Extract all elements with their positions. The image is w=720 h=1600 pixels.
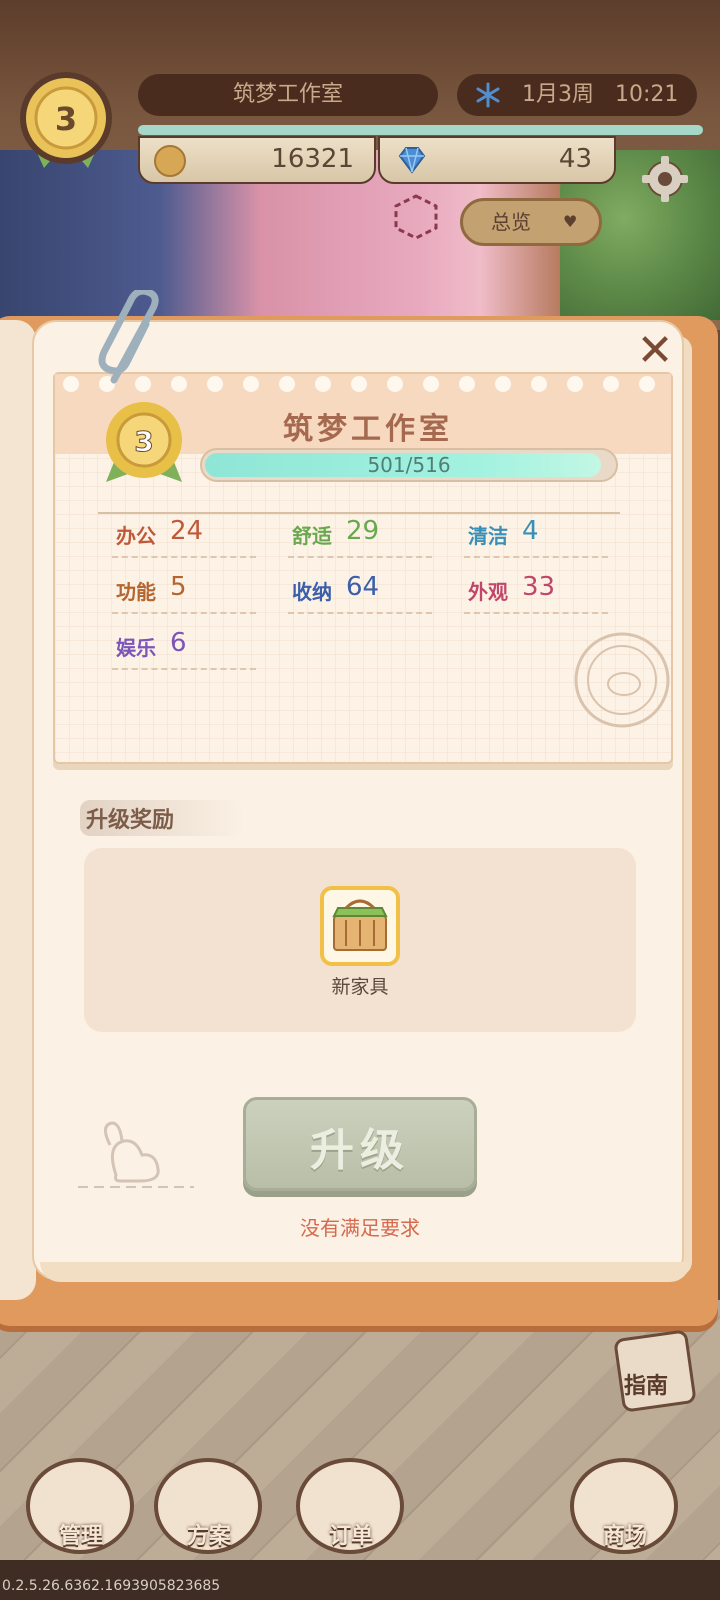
heart-icon: ♥ (563, 212, 578, 231)
studio-xp-bar (138, 125, 703, 135)
reward-item-new-furniture[interactable] (320, 886, 400, 966)
reward-item-label: 新家具 (331, 976, 389, 998)
stat-value: 33 (522, 572, 556, 602)
overview-label: 总览 (491, 210, 531, 234)
stat-value: 4 (522, 516, 539, 546)
stat-label: 收纳 (292, 580, 332, 604)
nav-orders-button[interactable]: 订单 (292, 1448, 410, 1558)
nav-plan-button[interactable]: 方案 (150, 1448, 268, 1558)
upgrade-button[interactable]: 升级 (243, 1097, 477, 1191)
stat-value: 5 (170, 572, 187, 602)
certification-stamp (574, 632, 670, 728)
game-time: 10:21 (615, 82, 679, 107)
stat-label: 清洁 (468, 524, 508, 548)
card-divider (98, 512, 620, 514)
coin-icon (154, 145, 186, 177)
stat-label: 功能 (116, 580, 156, 604)
gear-icon[interactable] (640, 154, 690, 204)
overview-dropdown[interactable]: 总览 ♥ (460, 198, 602, 246)
stat-cleanliness: 清洁 4 (464, 516, 614, 560)
nav-manage-button[interactable]: 管理 (22, 1448, 140, 1558)
snowflake-icon (476, 82, 500, 108)
diamond-icon (398, 147, 426, 174)
game-date: 1月3周 (522, 82, 594, 107)
basket-icon (332, 899, 388, 951)
nav-plan-label: 方案 (186, 1524, 231, 1549)
gem-value: 43 (558, 144, 592, 174)
close-icon[interactable]: ✕ (632, 328, 678, 374)
nav-orders-label: 订单 (328, 1524, 373, 1549)
stat-function: 功能 5 (112, 572, 262, 616)
stat-value: 6 (170, 628, 187, 658)
stat-office: 办公 24 (112, 516, 262, 560)
upgrade-button-label: 升级 (310, 1125, 410, 1176)
stat-value: 64 (346, 572, 380, 602)
nav-manage-label: 管理 (58, 1524, 103, 1549)
book-page-edge (40, 1262, 690, 1282)
level-progress-text: 501/516 (367, 453, 451, 477)
coin-value: 16321 (271, 144, 354, 174)
card-title: 筑梦工作室 (283, 412, 453, 447)
date-time-pill: 1月3周 10:21 (457, 74, 697, 116)
stat-value: 24 (170, 516, 204, 546)
requirement-warning: 没有满足要求 (300, 1216, 420, 1240)
stat-entertainment: 娱乐 6 (112, 628, 262, 672)
studio-name-pill: 筑梦工作室 (138, 74, 438, 116)
nav-shop-label: 商场 (602, 1524, 647, 1549)
guide-button[interactable]: 指南 (613, 1329, 698, 1414)
nav-shop-button[interactable]: 商场 (566, 1448, 684, 1558)
gem-counter[interactable]: 43 (378, 136, 616, 184)
level-progress-bar: 501/516 (200, 448, 618, 482)
stat-value: 29 (346, 516, 380, 546)
stat-storage: 收纳 64 (288, 572, 438, 616)
version-text: 0.2.5.26.6362.1693905823685 (2, 1578, 221, 1594)
stat-label: 舒适 (292, 524, 332, 548)
book-left-page-edge (0, 320, 36, 1300)
guide-label: 指南 (624, 1374, 669, 1399)
reward-section-title: 升级奖励 (80, 800, 245, 836)
level-badge-icon[interactable]: 3 (14, 68, 118, 172)
stat-label: 娱乐 (116, 636, 156, 660)
bunny-doodle-icon (78, 1121, 194, 1188)
stat-label: 外观 (468, 580, 508, 604)
paperclip-icon (98, 290, 159, 384)
stat-comfort: 舒适 29 (288, 516, 438, 560)
hud-level-number: 3 (55, 100, 77, 138)
stat-appearance: 外观 33 (464, 572, 614, 616)
coin-counter[interactable]: 16321 (138, 136, 376, 184)
cube-icon (394, 194, 438, 240)
stat-label: 办公 (116, 524, 156, 548)
